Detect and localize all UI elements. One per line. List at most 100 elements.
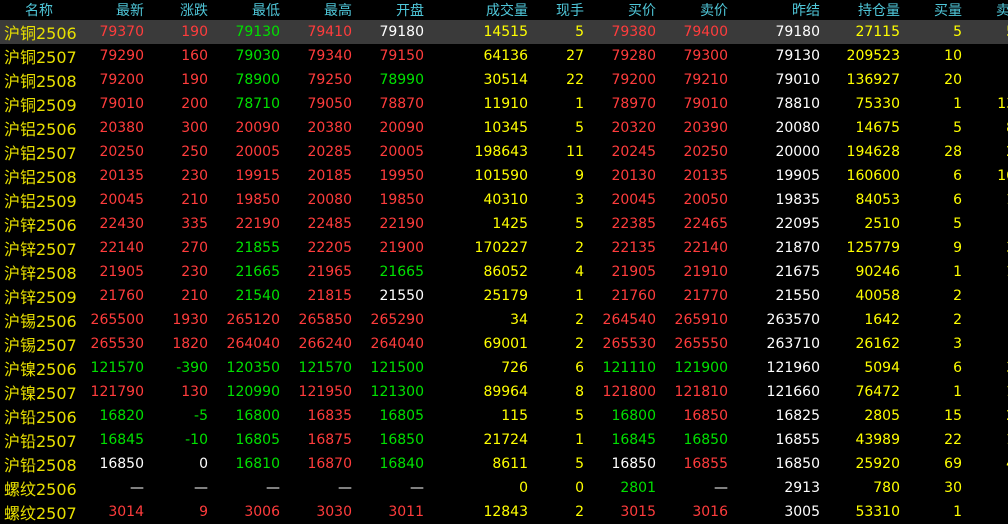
col-ask-vol-header[interactable]: 卖量 [966, 0, 1008, 20]
open-price-cell: 121300 [370, 384, 424, 400]
table-row[interactable]: 沪铜2509 79010 200 78710 79050 78870 11910 1 78970… [0, 92, 1008, 116]
col-last-header[interactable]: 最新 [78, 0, 148, 20]
ask-volume-cell: 50 [966, 20, 1008, 44]
col-open-interest-header[interactable]: 持仓量 [824, 0, 904, 20]
table-row[interactable]: 沪铝2509 20045 210 19850 20080 19850 40310 3 20045… [0, 188, 1008, 212]
col-current-header[interactable]: 现手 [532, 0, 588, 20]
prev-settle-cell: 78810 [775, 96, 820, 112]
instrument-name-cell: 沪铝2509 [4, 192, 77, 211]
col-low-header[interactable]: 最低 [212, 0, 284, 20]
instrument-name-cell: 沪铅2507 [4, 432, 77, 451]
high-price-cell: 22205 [307, 240, 352, 256]
current-hand-cell: 9 [575, 168, 584, 184]
ask-price-cell: 79010 [683, 96, 728, 112]
col-high-header[interactable]: 最高 [284, 0, 356, 20]
open-price-cell: 78870 [379, 96, 424, 112]
open-interest-cell: 136927 [846, 72, 900, 88]
current-hand-cell: 22 [566, 72, 584, 88]
bid-volume-cell: 69 [944, 456, 962, 472]
prev-settle-cell: 3005 [784, 504, 820, 520]
open-price-cell: 79180 [356, 20, 428, 44]
low-price-cell: 16805 [235, 432, 280, 448]
ask-volume-cell: 19 [966, 260, 1008, 284]
low-price-cell: 264040 [226, 336, 280, 352]
change-cell: -5 [194, 408, 208, 424]
last-price-cell: 79370 [78, 20, 148, 44]
table-row[interactable]: 沪锌2506 22430 335 22190 22485 22190 1425 5 22385 2… [0, 212, 1008, 236]
high-price-cell: 20185 [307, 168, 352, 184]
bid-price-cell: 121110 [602, 360, 656, 376]
ask-price-cell: 21770 [683, 288, 728, 304]
table-row[interactable]: 沪铜2507 79290 160 79030 79340 79150 64136 27 7928… [0, 44, 1008, 68]
table-row[interactable]: 沪铝2507 20250 250 20005 20285 20005 198643 11 202… [0, 140, 1008, 164]
open-price-cell: 264040 [370, 336, 424, 352]
last-price-cell: 79290 [99, 48, 144, 64]
table-row[interactable]: 沪铅2506 16820 -5 16800 16835 16805 115 5 16800 168… [0, 404, 1008, 428]
ask-price-cell: 20135 [683, 168, 728, 184]
last-price-cell: 121570 [90, 360, 144, 376]
col-prev-settle-header[interactable]: 昨结 [732, 0, 824, 20]
table-row[interactable]: 沪铝2508 20135 230 19915 20185 19950 101590 9 2013… [0, 164, 1008, 188]
current-hand-cell: 4 [575, 264, 584, 280]
open-interest-cell: 90246 [855, 264, 900, 280]
instrument-name-cell: 沪铜2508 [4, 72, 77, 91]
ask-price-cell: 20050 [683, 192, 728, 208]
bid-price-cell: 264540 [602, 312, 656, 328]
table-row[interactable]: 沪镍2506 121570 -390 120350 121570 121500 726 6 12… [0, 356, 1008, 380]
low-price-cell: 21855 [235, 240, 280, 256]
table-row[interactable]: 沪锌2509 21760 210 21540 21815 21550 25179 1 21760… [0, 284, 1008, 308]
high-price-cell: 16875 [307, 432, 352, 448]
high-price-cell: 20080 [307, 192, 352, 208]
open-price-cell: — [410, 480, 424, 496]
col-bid-header[interactable]: 买价 [588, 0, 660, 20]
col-bid-vol-header[interactable]: 买量 [904, 0, 966, 20]
table-row[interactable]: 螺纹2506—————002801—2913780300 [0, 476, 1008, 500]
col-change-header[interactable]: 涨跌 [148, 0, 212, 20]
high-price-cell: 79410 [284, 20, 356, 44]
last-price-cell: — [130, 480, 144, 496]
instrument-name-cell: 沪铜2506 [0, 20, 78, 44]
change-cell: 130 [181, 384, 208, 400]
table-row[interactable]: 螺纹2507 3014 9 3006 3030 3011 12843 2 3015 3016 300… [0, 500, 1008, 524]
col-name-header[interactable]: 名称 [0, 0, 78, 20]
instrument-name-cell: 沪铜2509 [4, 96, 77, 115]
low-price-cell: 21665 [235, 264, 280, 280]
table-row[interactable]: 沪锌2507 22140 270 21855 22205 21900 170227 2 2213… [0, 236, 1008, 260]
table-row[interactable]: 沪镍2507 121790 130 120990 121950 121300 89964 8 1… [0, 380, 1008, 404]
high-price-cell: 79050 [307, 96, 352, 112]
table-row[interactable]: 沪锌2508 21905 230 21665 21965 21665 86052 4 21905… [0, 260, 1008, 284]
ask-price-cell: 16850 [683, 408, 728, 424]
change-cell: 230 [181, 264, 208, 280]
col-ask-header[interactable]: 卖价 [660, 0, 732, 20]
current-hand-cell: 6 [575, 360, 584, 376]
ask-price-cell: 79400 [660, 20, 732, 44]
col-volume-header[interactable]: 成交量 [428, 0, 532, 20]
table-row[interactable]: 沪锡2507 265530 1820 264040 266240 264040 69001 2… [0, 332, 1008, 356]
table-row[interactable]: 沪锡2506 265500 1930 265120 265850 265290 34 2 264… [0, 308, 1008, 332]
prev-settle-cell: 263710 [766, 336, 820, 352]
ask-price-cell: 16850 [683, 432, 728, 448]
table-row[interactable]: 沪铜2506 79370 190 79130 79410 79180 14515 5 79380… [0, 20, 1008, 44]
table-row[interactable]: 沪铅2507 16845 -10 16805 16875 16850 21724 1 16845… [0, 428, 1008, 452]
bid-volume-cell: 3 [953, 336, 962, 352]
open-interest-cell: 43989 [855, 432, 900, 448]
volume-cell: 69001 [483, 336, 528, 352]
change-cell: 210 [181, 288, 208, 304]
change-cell: 9 [199, 504, 208, 520]
high-price-cell: 22485 [307, 216, 352, 232]
bid-volume-cell: 6 [953, 360, 962, 376]
volume-cell: 25179 [483, 288, 528, 304]
table-row[interactable]: 沪铅2508 16850 0 16810 16870 16840 8611 5 16850 168… [0, 452, 1008, 476]
instrument-name-cell: 螺纹2507 [4, 504, 77, 523]
table-row[interactable]: 沪铝2506 20380 300 20090 20380 20090 10345 5 20320… [0, 116, 1008, 140]
bid-price-cell: 16850 [611, 456, 656, 472]
instrument-name-cell: 沪铝2506 [4, 120, 77, 139]
bid-price-cell: 265530 [602, 336, 656, 352]
ask-price-cell: 265550 [674, 336, 728, 352]
bid-price-cell: 79200 [611, 72, 656, 88]
bid-volume-cell: 6 [953, 192, 962, 208]
bid-price-cell: 22385 [611, 216, 656, 232]
col-open-header[interactable]: 开盘 [356, 0, 428, 20]
table-row[interactable]: 沪铜2508 79200 190 78900 79250 78990 30514 22 7920… [0, 68, 1008, 92]
low-price-cell: — [266, 480, 280, 496]
